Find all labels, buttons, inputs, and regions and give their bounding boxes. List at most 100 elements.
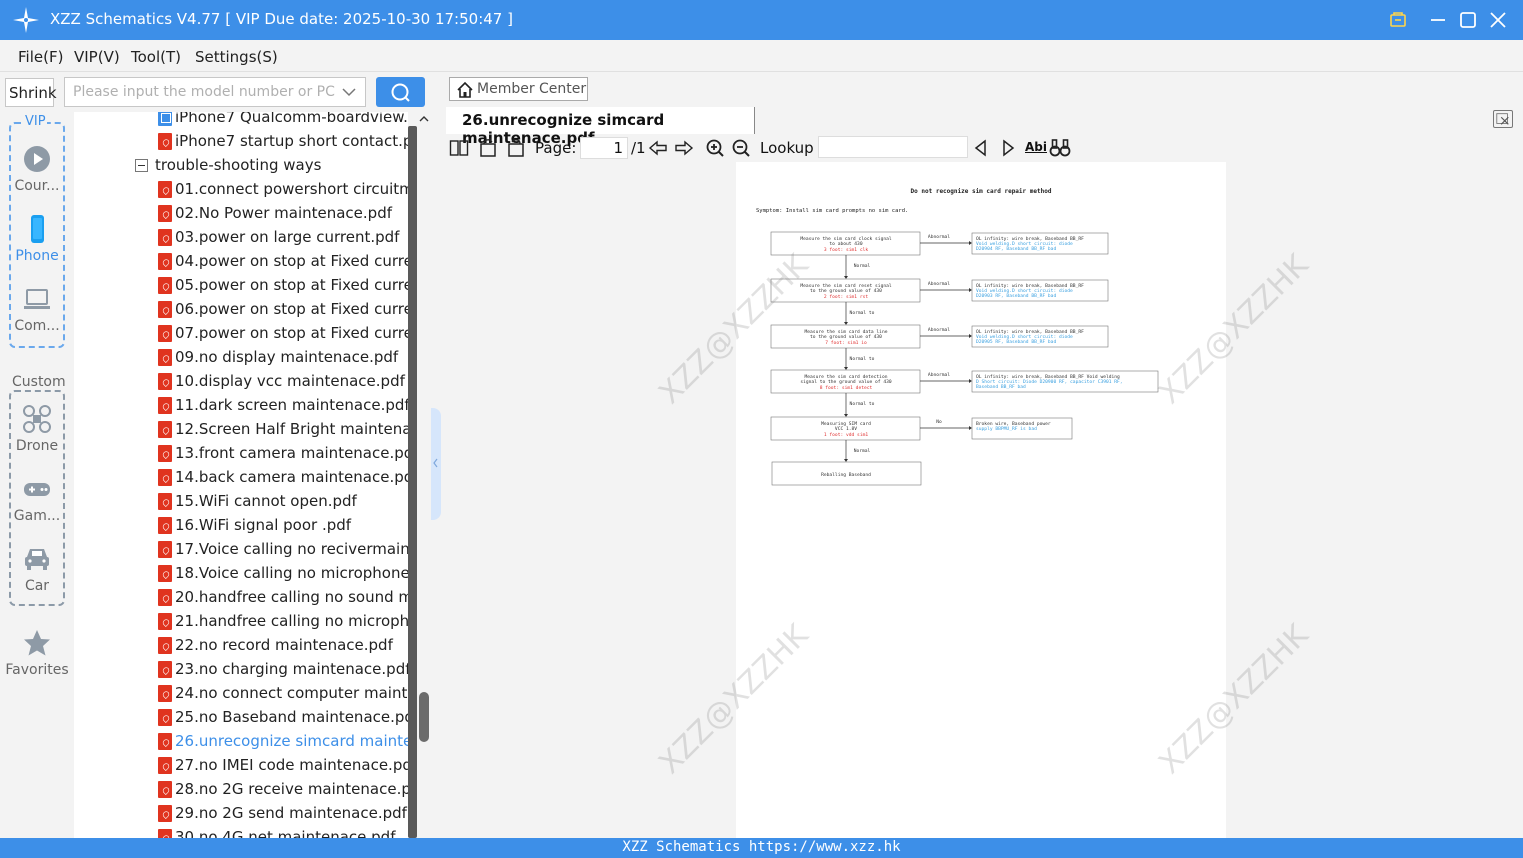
lookup-input[interactable] [818, 136, 968, 158]
tree-item-label: trouble-shooting ways [155, 156, 322, 174]
tree-scrollbar[interactable] [408, 112, 431, 838]
arrow-left-icon[interactable] [648, 138, 668, 158]
star-icon [24, 630, 50, 656]
pdf-file-icon [158, 181, 172, 198]
pdf-canvas[interactable]: Do not recognize sim card repair method … [441, 162, 1523, 838]
member-center-button[interactable]: Member Center [449, 77, 588, 101]
sidebar-item-car[interactable]: Car [2, 544, 72, 594]
sidebar-item-favorites[interactable]: Favorites [2, 628, 72, 678]
pdf-file-icon [158, 421, 172, 438]
sidebar-item-drone[interactable]: Drone [2, 404, 72, 454]
panel-splitter[interactable] [431, 408, 441, 520]
pdf-file-icon [158, 205, 172, 222]
tree-item-label: 07.power on stop at Fixed current 8 [175, 324, 408, 342]
zoom-out-icon[interactable] [731, 138, 751, 158]
collapse-toggle-icon[interactable] [135, 159, 148, 172]
tree-item-label: 09.no display maintenace.pdf [175, 348, 399, 366]
flow-branch-label: Abnormal [928, 234, 950, 240]
gamepad-icon [24, 483, 50, 496]
flow-step-text: to about 430 [829, 241, 862, 247]
zoom-in-icon[interactable] [705, 138, 725, 158]
pdf-file-icon [158, 277, 172, 294]
sidebar-item-courses[interactable]: Cour... [2, 144, 72, 194]
close-icon[interactable] [1484, 6, 1512, 34]
tree-item-label: 23.no charging maintenace.pdf [175, 660, 408, 678]
match-case-button[interactable]: Abi [1025, 140, 1047, 154]
laptop-icon [24, 289, 50, 309]
model-search-input[interactable] [65, 78, 335, 106]
chevron-left-icon [433, 458, 438, 468]
menu-vip[interactable]: VIP(V) [74, 48, 120, 66]
rotate-left-icon[interactable] [479, 138, 499, 158]
flow-down-label: Normal to [850, 356, 875, 362]
menu-bar: File(F) VIP(V) Tool(T) Settings(S) [0, 40, 1523, 72]
pdf-file-icon [158, 781, 172, 798]
flow-arrowhead [844, 276, 848, 279]
pdf-file-icon [158, 373, 172, 390]
flow-step-pin: 1 foot: vdd sim1 [824, 432, 868, 438]
scroll-up-icon[interactable] [419, 114, 429, 124]
status-bar: XZZ Schematics https://www.xzz.hk [0, 838, 1523, 858]
tree-item-label: 14.back camera maintenace.pdf [175, 468, 408, 486]
flow-arrowhead [969, 334, 972, 338]
sidebar-item-phone[interactable]: Phone [2, 214, 72, 264]
arrow-right-icon[interactable] [674, 138, 694, 158]
two-page-view-icon[interactable] [449, 138, 469, 158]
flow-arrowhead [844, 367, 848, 370]
pdf-toolbar: Page: /1 Lookup Abi [441, 134, 1523, 162]
maximize-icon[interactable] [1454, 6, 1482, 34]
tree-item-label: 29.no 2G send maintenace.pdf [175, 804, 407, 822]
pdf-file-icon [158, 829, 172, 838]
flow-branch-label: No [936, 419, 942, 425]
tree-scroll-thumb[interactable] [419, 692, 429, 742]
search-button[interactable] [376, 77, 425, 107]
tree-item-label: 04.power on stop at Fixed current 2 [175, 252, 408, 270]
close-document-icon[interactable] [1493, 110, 1513, 128]
pdf-file-icon [158, 493, 172, 510]
tab-document[interactable]: 26.unrecognize simcard maintenace.pdf [446, 107, 755, 147]
tree-scroll-track [408, 126, 417, 838]
flow-step-text: VCC 1.8V [835, 426, 857, 432]
pdf-file-icon [158, 805, 172, 822]
pdf-file-icon [158, 589, 172, 606]
pdf-file-icon [158, 253, 172, 270]
menu-file[interactable]: File(F) [18, 48, 63, 66]
flow-down-label: Normal [854, 263, 871, 269]
message-icon[interactable] [1384, 6, 1412, 34]
pdf-file-icon [158, 733, 172, 750]
shrink-button[interactable]: Shrink [5, 78, 57, 107]
flow-step-pin: 3 foot: sim1 clk [824, 247, 868, 253]
menu-tool[interactable]: Tool(T) [131, 48, 181, 66]
find-previous-icon[interactable] [972, 138, 990, 158]
phone-icon [31, 215, 44, 243]
flow-step-pin: 7 foot: sim1 io [825, 340, 867, 346]
menu-settings[interactable]: Settings(S) [195, 48, 278, 66]
find-next-icon[interactable] [999, 138, 1017, 158]
sidebar-item-computer[interactable]: Com... [2, 284, 72, 334]
flow-result-text: supply BBPMU_RF is bad [976, 426, 1037, 432]
flow-arrowhead [844, 459, 848, 462]
pdf-file-icon [158, 349, 172, 366]
flow-result-text: D20905 RF, Baseband BB_RF bad [976, 339, 1056, 345]
page-label: Page: [535, 139, 577, 157]
flow-step-text: to the ground value of 430 [810, 334, 882, 340]
search-icon [391, 83, 410, 102]
flow-down-label: Normal [854, 448, 871, 454]
play-icon [24, 146, 50, 172]
tree-item-label: iPhone7 startup short contact.pdf [175, 132, 408, 150]
sidebar-item-game[interactable]: Gam... [2, 474, 72, 524]
flow-arrowhead [969, 288, 972, 292]
flow-arrowhead [969, 426, 972, 430]
pdf-file-icon [158, 229, 172, 246]
pdf-file-icon [158, 517, 172, 534]
pdf-file-icon [158, 301, 172, 318]
chevron-down-icon[interactable] [341, 84, 357, 100]
minimize-icon[interactable] [1424, 6, 1452, 34]
rotate-right-icon[interactable] [505, 138, 525, 158]
model-search-combo[interactable] [64, 77, 366, 107]
page-number-input[interactable] [580, 137, 628, 159]
pdf-file-icon [158, 613, 172, 630]
binoculars-icon[interactable] [1049, 138, 1071, 158]
boardview-file-icon [158, 112, 172, 126]
file-tree: iPhone7 Qualcomm-boardview.pcb iPhone7 st… [74, 112, 408, 838]
